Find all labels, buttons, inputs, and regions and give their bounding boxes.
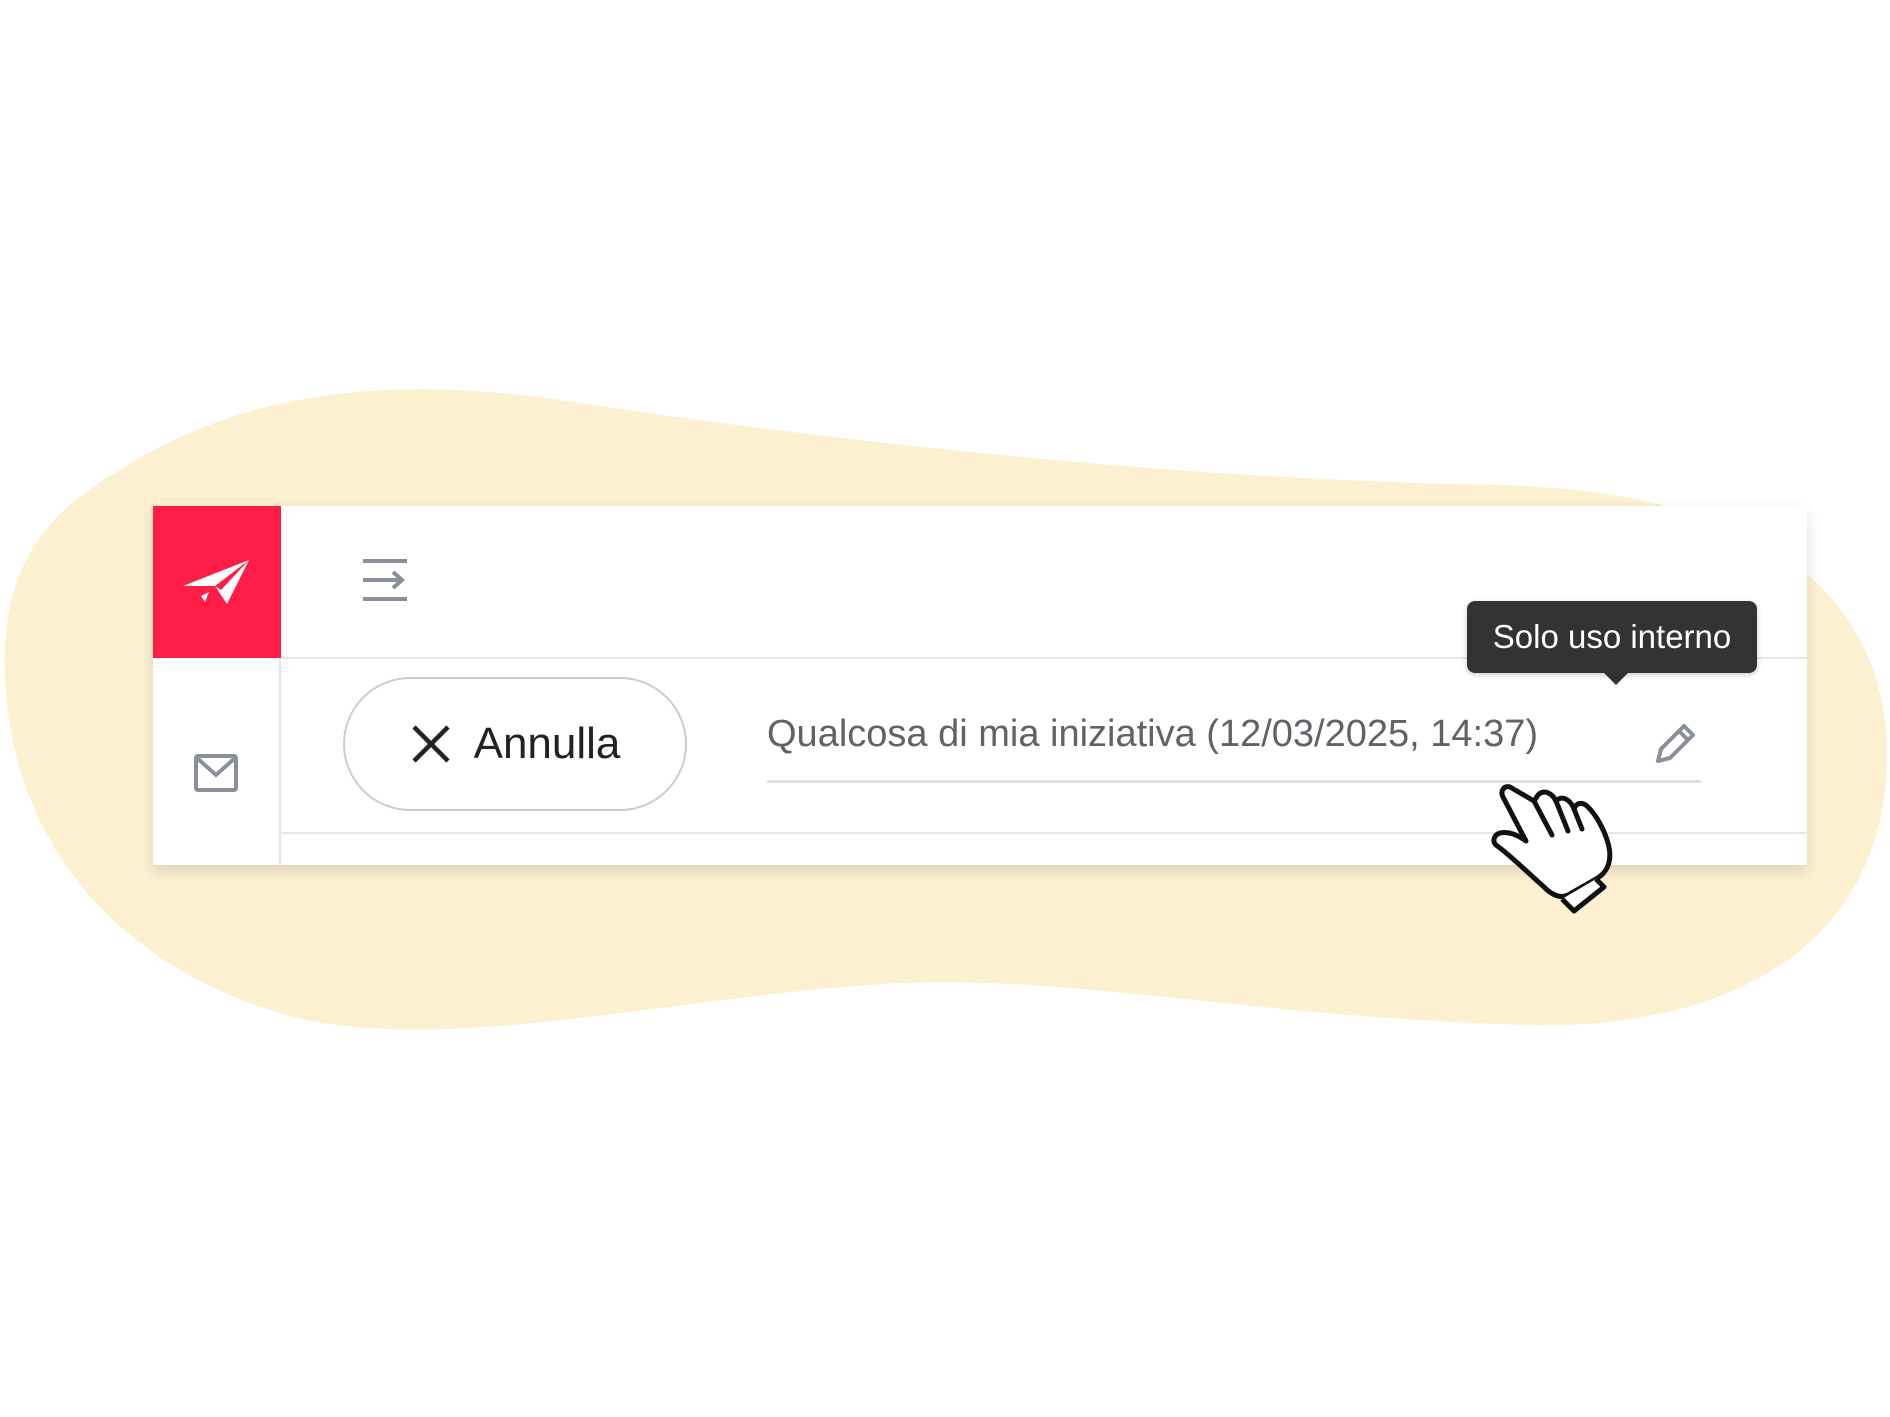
menu-collapse-icon bbox=[363, 559, 407, 601]
tooltip-text: Solo uso interno bbox=[1492, 618, 1732, 655]
side-rail bbox=[153, 658, 281, 865]
note-field[interactable]: Qualcosa di mia iniziativa (12/03/2025, … bbox=[767, 711, 1701, 783]
tooltip: Solo uso interno bbox=[1467, 601, 1757, 685]
note-value: Qualcosa di mia iniziativa (12/03/2025, … bbox=[767, 713, 1539, 755]
rail-item-mail[interactable] bbox=[193, 753, 239, 798]
hand-pointer-icon bbox=[1470, 775, 1620, 920]
edit-button[interactable] bbox=[1650, 719, 1700, 774]
brand-logo[interactable] bbox=[153, 506, 281, 658]
pencil-icon bbox=[1656, 724, 1695, 763]
menu-toggle-button[interactable] bbox=[360, 556, 410, 609]
cancel-button[interactable]: Annulla bbox=[343, 677, 687, 811]
paper-plane-icon bbox=[183, 560, 249, 604]
mail-icon bbox=[194, 754, 238, 792]
cancel-label: Annulla bbox=[473, 719, 621, 768]
close-icon bbox=[412, 725, 450, 763]
